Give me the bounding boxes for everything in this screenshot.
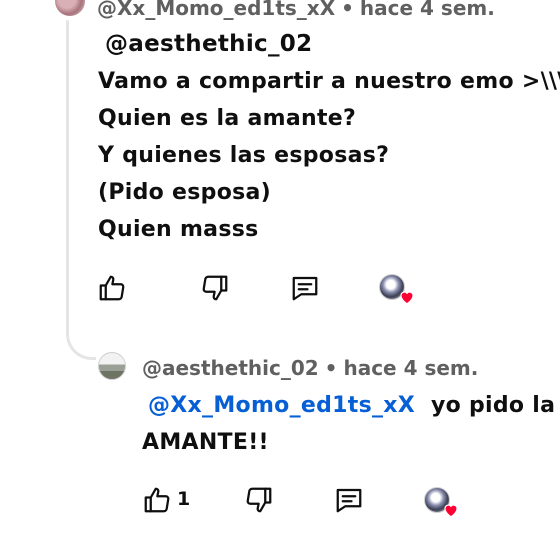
like-count: 1 xyxy=(177,488,191,510)
comment-line: Quien es la amante? xyxy=(98,106,357,131)
comment-line: Y quienes las esposas? xyxy=(98,143,390,168)
comment-line: Vamo a compartir a nuestro emo >\\\ xyxy=(98,69,560,94)
thumbs-down-icon[interactable] xyxy=(244,485,274,515)
mention-link[interactable]: @aesthethic_02 xyxy=(105,31,312,57)
comment-time[interactable]: hace 4 sem. xyxy=(360,0,495,20)
reply-line: @Xx_Momo_ed1ts_xX yo pido la xyxy=(148,393,555,418)
thread-curve xyxy=(66,300,96,360)
thumbs-up-icon[interactable] xyxy=(97,273,127,303)
separator: • xyxy=(324,356,338,380)
reply-author[interactable]: @aesthethic_02 xyxy=(142,356,319,380)
avatar[interactable] xyxy=(98,352,126,380)
reply-line: AMANTE!! xyxy=(142,430,269,455)
comment-author[interactable]: @Xx_Momo_ed1ts_xX xyxy=(97,0,335,20)
mention-link[interactable]: @Xx_Momo_ed1ts_xX xyxy=(148,393,415,418)
comment-line: Quien masss xyxy=(98,217,259,242)
heart-icon xyxy=(400,291,414,305)
comment-line: (Pido esposa) xyxy=(98,180,272,205)
thread-line xyxy=(66,20,69,332)
thumbs-down-icon[interactable] xyxy=(200,273,230,303)
comment-icon[interactable] xyxy=(290,273,320,303)
reply-meta: @aesthethic_02 • hace 4 sem. xyxy=(142,356,478,380)
comment-meta: @Xx_Momo_ed1ts_xX • hace 4 sem. xyxy=(97,0,495,20)
heart-icon xyxy=(444,504,458,518)
thumbs-up-icon[interactable] xyxy=(142,485,172,515)
comment-icon[interactable] xyxy=(334,485,364,515)
avatar[interactable] xyxy=(55,0,85,16)
reply-time[interactable]: hace 4 sem. xyxy=(343,356,478,380)
separator: • xyxy=(341,0,354,20)
reply-text: yo pido la xyxy=(430,393,556,418)
